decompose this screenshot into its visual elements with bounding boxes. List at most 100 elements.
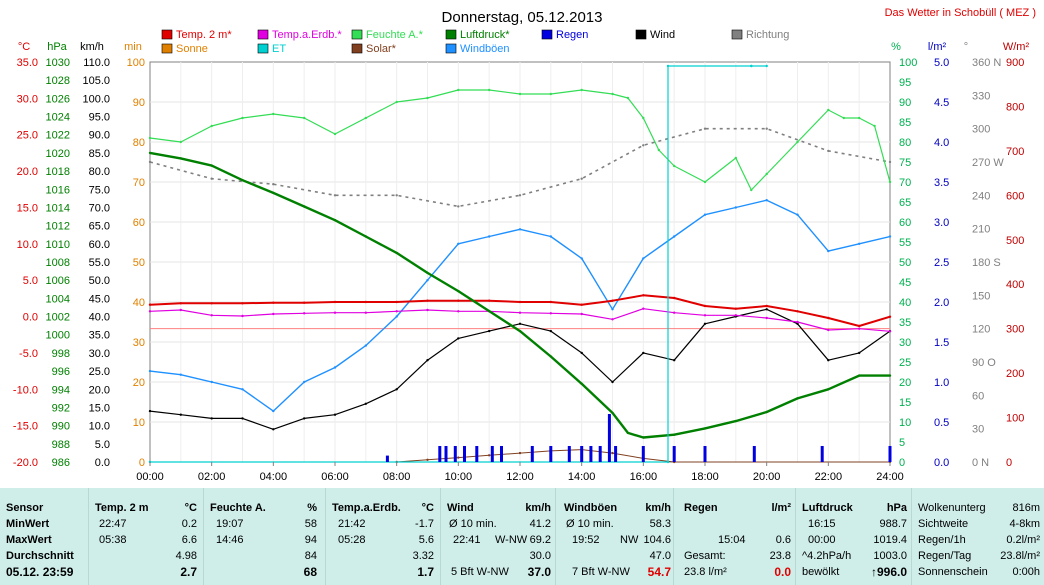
rain-total-label: Gesamt: <box>684 550 726 562</box>
axis-tick-label: 30.0 <box>17 93 38 105</box>
series-point <box>488 309 491 313</box>
legend-label: Richtung <box>746 29 789 41</box>
humidity-min-value: 58 <box>304 518 317 530</box>
legend-label: Windböen <box>460 43 510 55</box>
col-humidity: Feuchte A. % 19:07 58 14:46 94 84 68 <box>204 488 326 585</box>
series-point <box>888 330 892 333</box>
axis-tick-label: 120 <box>972 324 990 336</box>
series-point <box>673 359 676 362</box>
axis-tick-label: 15.0 <box>89 402 110 414</box>
rain-unit: l/m² <box>771 502 791 514</box>
axis-tick-label: 50 <box>133 257 145 269</box>
soil-current: 1.7 <box>417 565 434 579</box>
rain-bar <box>549 446 553 462</box>
series-point <box>666 64 670 68</box>
series-point <box>395 310 398 313</box>
axis-tick-label: 3.0 <box>934 217 949 229</box>
series-point <box>518 300 522 304</box>
axis-tick-label: 95.0 <box>89 112 110 124</box>
axis-tick-label: 25 <box>899 357 911 369</box>
axis-tick-label: 70 <box>133 177 145 189</box>
rain-bar <box>580 446 584 462</box>
series-point <box>457 299 460 302</box>
series-point <box>303 301 306 304</box>
series-point <box>765 172 768 176</box>
series-point <box>333 413 337 416</box>
axis-tick-label: 100.0 <box>82 93 110 105</box>
series-point <box>703 180 707 184</box>
series-point <box>426 271 429 275</box>
axis-tick-label: 70 <box>899 177 911 189</box>
series-point <box>673 433 676 436</box>
axis-tick-label: 1000 <box>46 330 70 342</box>
wind-bft: 5 Bft W-NW <box>451 566 509 578</box>
series-point <box>734 156 737 160</box>
axis-tick-label: 20.0 <box>17 166 38 178</box>
series-point <box>827 388 830 391</box>
axis-tick-label: 35.0 <box>17 57 38 69</box>
series-point <box>333 132 337 136</box>
series-point <box>858 324 861 328</box>
maxwert-label: MaxWert <box>6 534 52 546</box>
series-point <box>333 219 337 222</box>
legend-label: Luftdruck* <box>460 29 510 41</box>
sunshine-value: 0:00h <box>1012 566 1040 578</box>
axis-tick-label: 30 <box>972 424 984 436</box>
series-point <box>765 199 768 202</box>
series-point <box>765 304 768 308</box>
axis-tick-label: 35 <box>899 317 911 329</box>
axis-tick-label: 990 <box>52 421 70 433</box>
axis-tick-label: 65.0 <box>89 221 110 233</box>
series-point <box>611 92 614 96</box>
rain-bar <box>589 446 593 462</box>
axis-tick-label: 2.5 <box>934 257 949 269</box>
legend-label: Temp.a.Erdb.* <box>272 29 342 41</box>
series-point <box>241 314 244 318</box>
series-point <box>673 235 676 238</box>
axis-tick-label: 55 <box>899 237 911 249</box>
series-point <box>580 257 583 260</box>
axis-tick-label: 210 <box>972 224 990 236</box>
axis-tick-label: 998 <box>52 348 70 360</box>
series-point <box>734 314 737 317</box>
axis-tick-label: -5.0 <box>19 348 38 360</box>
axis-tick-label: 1020 <box>46 148 70 160</box>
gust-avg10-label: Ø 10 min. <box>566 518 614 530</box>
series-point <box>580 177 583 180</box>
rain-day-total-value: 23.8l/m² <box>1000 550 1040 562</box>
series-point <box>703 314 707 317</box>
rain-bar <box>567 446 571 462</box>
rain-bar <box>490 446 494 462</box>
series-point <box>395 100 398 104</box>
series-point <box>657 148 660 152</box>
axis-tick-label: 90 <box>899 97 911 109</box>
axis-tick-label: 0 <box>1006 457 1012 469</box>
series-point <box>148 160 152 164</box>
axis-unit-label: W/m² <box>1003 41 1030 53</box>
x-tick-label: 18:00 <box>691 471 719 483</box>
axis-tick-label: 45.0 <box>89 293 110 305</box>
wind-max-value: 69.2 <box>529 534 551 546</box>
series-point <box>518 322 522 325</box>
legend-swatch <box>635 29 647 40</box>
axis-tick-label: -20.0 <box>13 457 38 469</box>
axis-tick-label: 800 <box>1006 101 1024 113</box>
rain-bar <box>598 446 602 462</box>
axis-tick-label: 100 <box>127 57 145 69</box>
axis-unit-label: min <box>124 41 142 53</box>
soil-min-time: 21:42 <box>338 518 366 530</box>
series-point <box>827 316 830 320</box>
chart-title: Donnerstag, 05.12.2013 <box>442 9 603 26</box>
series-point <box>364 344 367 347</box>
axis-tick-label: 0 N <box>972 457 989 469</box>
legend-swatch <box>161 43 173 54</box>
series-point <box>272 183 275 186</box>
col-rain: Regen l/m² 15:04 0.6 Gesamt: 23.8 23.8 l… <box>674 488 796 585</box>
temp-current: 2.7 <box>180 565 197 579</box>
series-point <box>827 328 830 332</box>
axis-unit-label: °C <box>18 41 30 53</box>
axis-tick-label: 900 <box>1006 57 1024 69</box>
series-point <box>642 144 645 147</box>
series-point <box>210 124 213 128</box>
series-point <box>626 431 630 435</box>
